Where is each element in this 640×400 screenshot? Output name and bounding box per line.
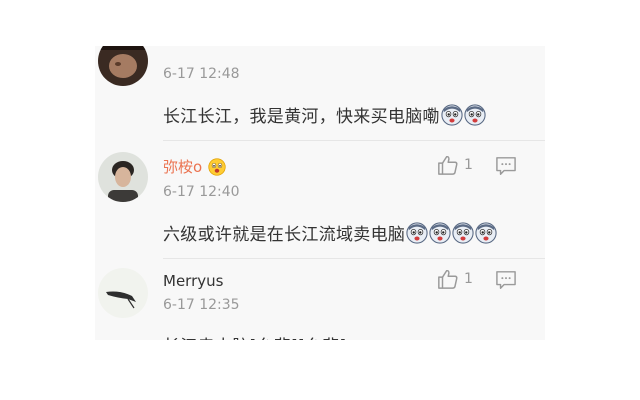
comment-time: 6-17 12:48: [163, 66, 240, 82]
bird-sketch-avatar-icon: [98, 268, 148, 318]
username[interactable]: Merryus: [163, 272, 223, 290]
avatar[interactable]: [98, 152, 148, 202]
shocked-face-icon: [452, 222, 474, 244]
comment-bubble-icon: [495, 270, 517, 290]
like-count: 1: [464, 271, 473, 287]
shocked-face-icon: [441, 104, 463, 126]
comment-body: 六级或许就是在长江流域卖电脑: [163, 225, 406, 245]
avatar[interactable]: [98, 46, 148, 86]
comment-text: 长江长江，我是黄河，快来买电脑嘞: [163, 102, 486, 127]
shocked-face-icon: [475, 222, 497, 244]
like-button[interactable]: 1: [437, 154, 485, 178]
comment-text: 长江卖电脑[允悲][允悲]: [163, 332, 346, 340]
username-text: 弥桉o: [163, 158, 203, 176]
thumbs-up-icon: [437, 154, 459, 176]
comment-time: 6-17 12:35: [163, 297, 240, 313]
username[interactable]: 弥桉o: [163, 156, 226, 177]
like-button[interactable]: 1: [437, 268, 485, 292]
person-photo-avatar-icon: [98, 152, 148, 202]
comment-time: 6-17 12:40: [163, 184, 240, 200]
like-count: 1: [464, 157, 473, 173]
shocked-face-icon: [406, 222, 428, 244]
shocked-face-icon: [429, 222, 451, 244]
comment-body: 长江长江，我是黄河，快来买电脑嘞: [163, 107, 440, 127]
shocked-face-icon: [464, 104, 486, 126]
comment-actions: 1: [437, 268, 521, 292]
reply-button[interactable]: [495, 270, 517, 290]
surprised-face-icon: [208, 158, 226, 176]
reply-button[interactable]: [495, 156, 517, 176]
divider: [163, 258, 545, 259]
avatar[interactable]: [98, 268, 148, 318]
divider: [163, 140, 545, 141]
comment-bubble-icon: [495, 156, 517, 176]
comment-text: 六级或许就是在长江流域卖电脑: [163, 220, 497, 245]
thumbs-up-icon: [437, 268, 459, 290]
comment-feed[interactable]: 6-17 12:48 长江长江，我是黄河，快来买电脑嘞 弥桉o 6-17 12:…: [95, 46, 545, 340]
comment-actions: 1: [437, 154, 521, 178]
dark-photo-avatar-icon: [98, 46, 148, 86]
